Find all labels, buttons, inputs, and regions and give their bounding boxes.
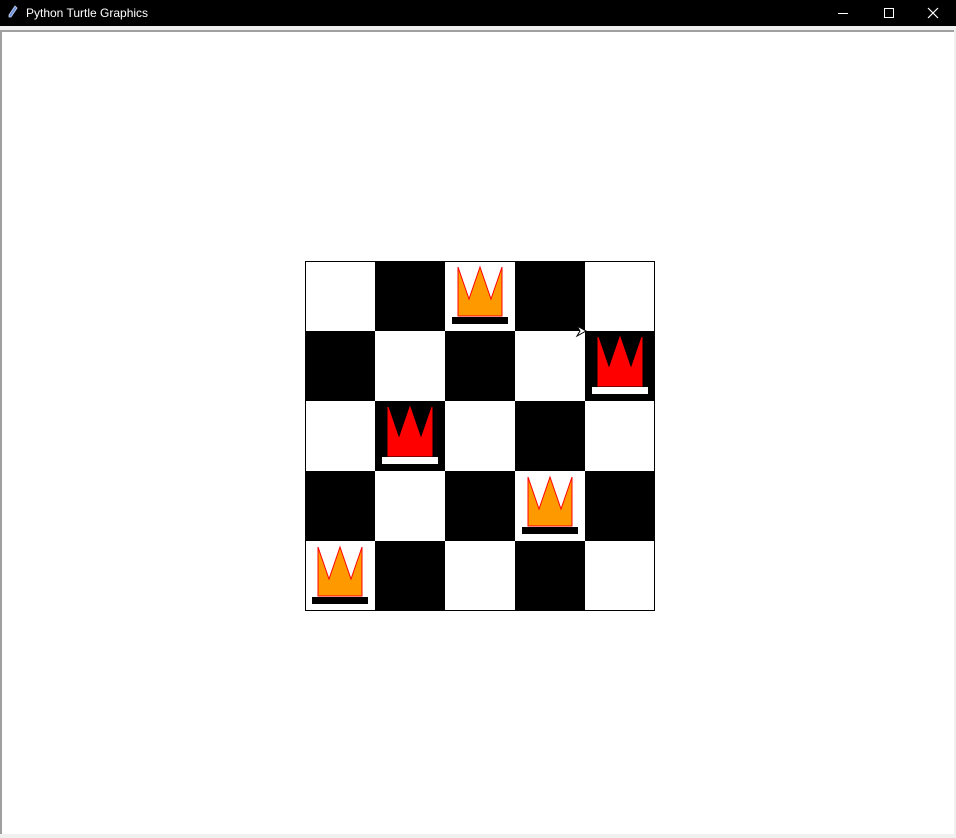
board-square-4-3	[515, 541, 585, 611]
maximize-button[interactable]	[866, 0, 912, 26]
feather-pen-icon	[8, 5, 18, 18]
board-square-2-3	[515, 401, 585, 471]
minimize-icon	[838, 13, 848, 14]
title-bar[interactable]: Python Turtle Graphics	[0, 0, 956, 26]
queen-crown-icon	[592, 335, 648, 394]
board-square-1-1	[375, 331, 445, 401]
board-square-3-4	[585, 471, 655, 541]
crown-base	[382, 457, 438, 464]
crown-base	[452, 317, 508, 324]
queen-crown-icon	[312, 545, 368, 604]
minimize-button[interactable]	[820, 0, 866, 26]
board-square-4-1	[375, 541, 445, 611]
board-square-3-2	[445, 471, 515, 541]
window-bottom-edge	[0, 834, 956, 838]
board-square-2-2	[445, 401, 515, 471]
maximize-icon	[884, 8, 894, 18]
board-square-0-0	[305, 261, 375, 331]
board-square-0-3	[515, 261, 585, 331]
board-square-2-4	[585, 401, 655, 471]
board-square-3-0	[305, 471, 375, 541]
turtle-canvas[interactable]	[0, 30, 954, 834]
board-square-0-1	[375, 261, 445, 331]
board-square-2-0	[305, 401, 375, 471]
board-square-1-3	[515, 331, 585, 401]
close-icon	[927, 7, 939, 19]
turtle-window: Python Turtle Graphics	[0, 0, 956, 838]
chess-board	[305, 261, 655, 611]
crown-base	[522, 527, 578, 534]
crown-base	[312, 597, 368, 604]
board-square-1-2	[445, 331, 515, 401]
board-square-0-4	[585, 261, 655, 331]
queen-crown-icon	[522, 475, 578, 534]
close-button[interactable]	[910, 0, 956, 26]
board-square-3-1	[375, 471, 445, 541]
queen-crown-icon	[382, 405, 438, 464]
board-square-4-4	[585, 541, 655, 611]
window-title: Python Turtle Graphics	[26, 6, 149, 20]
crown-base	[592, 387, 648, 394]
queen-crown-icon	[452, 265, 508, 324]
board-square-4-2	[445, 541, 515, 611]
board-square-1-0	[305, 331, 375, 401]
